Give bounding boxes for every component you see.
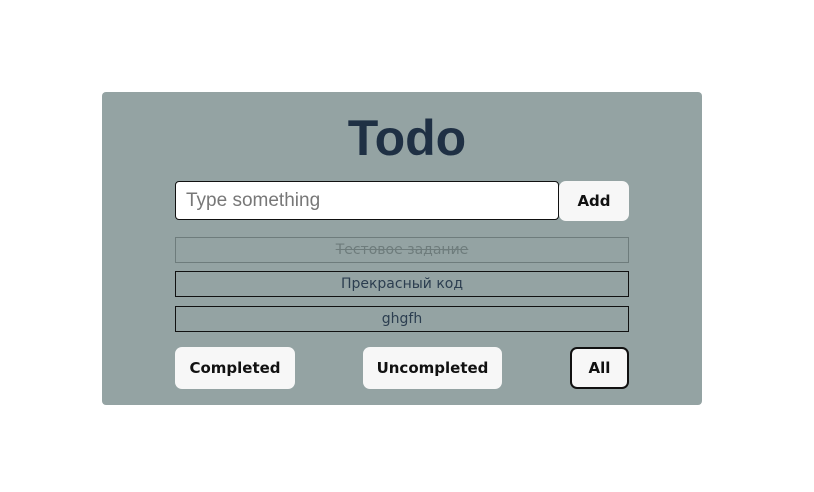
filter-all-button[interactable]: All — [570, 347, 629, 389]
todo-item[interactable]: Прекрасный код — [175, 271, 629, 297]
add-button[interactable]: Add — [559, 181, 629, 221]
todo-input[interactable] — [175, 181, 559, 220]
todo-item[interactable]: Тестовое задание — [175, 237, 629, 263]
filter-uncompleted-button[interactable]: Uncompleted — [363, 347, 502, 389]
filter-completed-button[interactable]: Completed — [175, 347, 295, 389]
todo-item[interactable]: ghgfh — [175, 306, 629, 332]
page-title: Todo — [347, 110, 467, 166]
